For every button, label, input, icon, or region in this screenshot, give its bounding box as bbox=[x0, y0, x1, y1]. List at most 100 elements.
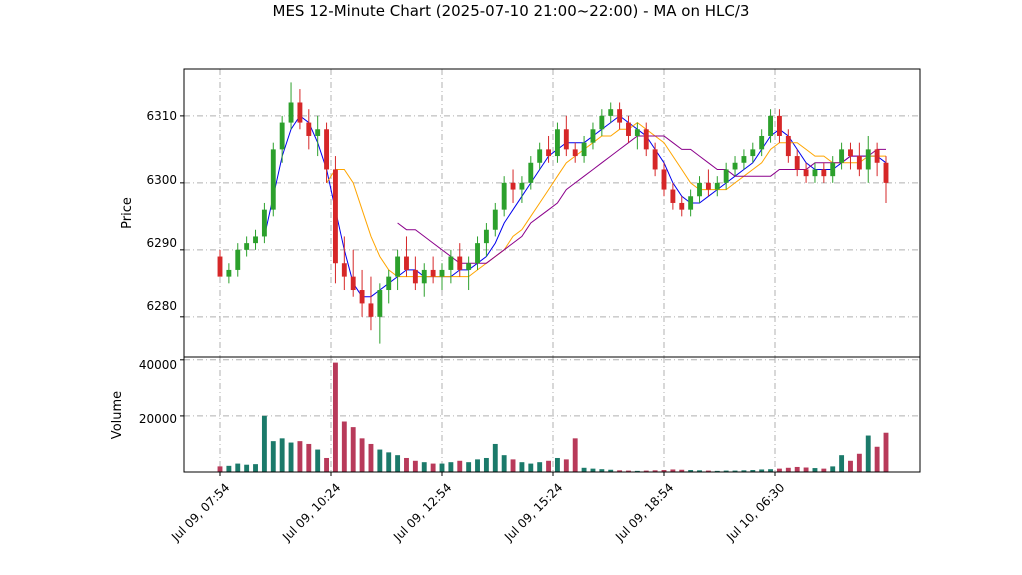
volume-bar bbox=[821, 468, 827, 472]
candle-body bbox=[332, 169, 338, 264]
candle-body bbox=[617, 109, 623, 123]
volume-panel: 20000 40000 Volume bbox=[110, 356, 921, 476]
volume-bar bbox=[332, 362, 338, 472]
candle-body bbox=[377, 290, 383, 317]
x-tick-label: Jul 09, 18:54 bbox=[612, 480, 676, 544]
candle-body bbox=[812, 169, 818, 177]
volume-bar bbox=[483, 457, 489, 472]
volume-bar bbox=[324, 457, 330, 472]
x-tick-label: Jul 09, 10:24 bbox=[279, 480, 343, 544]
volume-bar bbox=[572, 438, 578, 472]
volume-bar bbox=[297, 441, 303, 472]
volume-bar bbox=[261, 415, 267, 472]
candle-body bbox=[714, 182, 720, 190]
volume-bar bbox=[395, 455, 401, 472]
candle-body bbox=[448, 256, 454, 270]
candle-body bbox=[359, 290, 365, 304]
candle-body bbox=[821, 169, 827, 177]
x-tick-label: Jul 09, 12:54 bbox=[390, 480, 454, 544]
x-tick-label: Jul 10, 06:30 bbox=[723, 480, 787, 544]
volume-bar bbox=[315, 449, 321, 472]
volume-bar bbox=[288, 442, 294, 472]
volume-bar bbox=[475, 459, 480, 472]
candle-body bbox=[244, 243, 250, 250]
price-ticks: 6280 6290 6300 6310 bbox=[146, 109, 177, 313]
candle-body bbox=[626, 122, 631, 136]
volume-bar bbox=[217, 466, 223, 472]
candle-body bbox=[395, 256, 401, 277]
volume-bar bbox=[466, 462, 472, 472]
x-axis: Jul 09, 07:54 Jul 09, 10:24 Jul 09, 12:5… bbox=[168, 480, 787, 544]
candle-body bbox=[794, 156, 800, 170]
volume-axis-label: Volume bbox=[110, 391, 125, 439]
candle-body bbox=[572, 149, 578, 157]
volume-bar bbox=[412, 460, 418, 472]
candle-body bbox=[341, 263, 347, 277]
candle-body bbox=[768, 115, 774, 136]
volume-bar bbox=[421, 462, 427, 472]
price-tick-label: 6280 bbox=[146, 299, 177, 313]
volume-tick-label: 20000 bbox=[139, 412, 177, 426]
volume-bar bbox=[306, 443, 312, 472]
candle-body bbox=[253, 236, 258, 244]
candle-body bbox=[315, 129, 321, 136]
volume-bar bbox=[581, 467, 587, 472]
candle-body bbox=[759, 135, 765, 150]
candle-body bbox=[528, 162, 534, 183]
candle-body bbox=[475, 243, 480, 264]
candle-body bbox=[670, 189, 676, 203]
ma-mid-line bbox=[326, 121, 886, 278]
candle-body bbox=[643, 129, 649, 150]
candle-body bbox=[830, 162, 836, 177]
candle-body bbox=[750, 149, 756, 157]
volume-bar bbox=[874, 446, 880, 472]
volume-bar bbox=[563, 459, 569, 472]
candle-body bbox=[848, 149, 853, 157]
volume-bar bbox=[368, 443, 374, 472]
candle-body bbox=[661, 169, 667, 190]
candle-body bbox=[697, 182, 702, 197]
candle-body bbox=[412, 269, 418, 284]
candle-body bbox=[261, 209, 267, 237]
candle-body bbox=[581, 142, 587, 157]
volume-bar bbox=[244, 464, 250, 472]
volume-bar bbox=[839, 455, 845, 472]
volume-bar bbox=[803, 467, 809, 472]
volume-bar bbox=[590, 468, 596, 472]
volume-bar bbox=[554, 457, 560, 472]
candle-body bbox=[439, 269, 445, 277]
volume-bar bbox=[883, 432, 889, 472]
candle-body bbox=[537, 149, 543, 163]
volume-bar bbox=[386, 452, 392, 472]
price-frame bbox=[183, 68, 921, 358]
volume-bar bbox=[235, 463, 241, 472]
candle-body bbox=[723, 169, 729, 183]
candle-body bbox=[430, 269, 436, 277]
price-axis-label: Price bbox=[120, 197, 135, 229]
candle-body bbox=[288, 102, 294, 123]
volume-bar bbox=[270, 441, 276, 472]
candle-body bbox=[776, 115, 782, 136]
volume-bar bbox=[812, 468, 818, 472]
candle-body bbox=[235, 249, 241, 270]
volume-bar bbox=[537, 462, 543, 472]
volume-bar bbox=[776, 468, 782, 472]
x-tick-label: Jul 09, 15:24 bbox=[501, 480, 565, 544]
volume-bar bbox=[794, 466, 800, 472]
volume-bar bbox=[279, 438, 285, 472]
volume-bar bbox=[341, 421, 347, 472]
candle-body bbox=[563, 129, 569, 150]
volume-bar bbox=[546, 460, 552, 472]
candle-body bbox=[466, 263, 472, 270]
candle-body bbox=[803, 169, 809, 177]
candle-body bbox=[688, 196, 694, 210]
volume-bar bbox=[439, 463, 445, 472]
candle-body bbox=[457, 256, 463, 270]
candle-body bbox=[510, 182, 516, 190]
candle-body bbox=[217, 256, 223, 277]
candle-body bbox=[421, 269, 427, 284]
candle-body bbox=[883, 162, 889, 183]
volume-bar bbox=[865, 435, 871, 472]
volume-bar bbox=[501, 455, 507, 472]
volume-bar bbox=[457, 460, 463, 472]
